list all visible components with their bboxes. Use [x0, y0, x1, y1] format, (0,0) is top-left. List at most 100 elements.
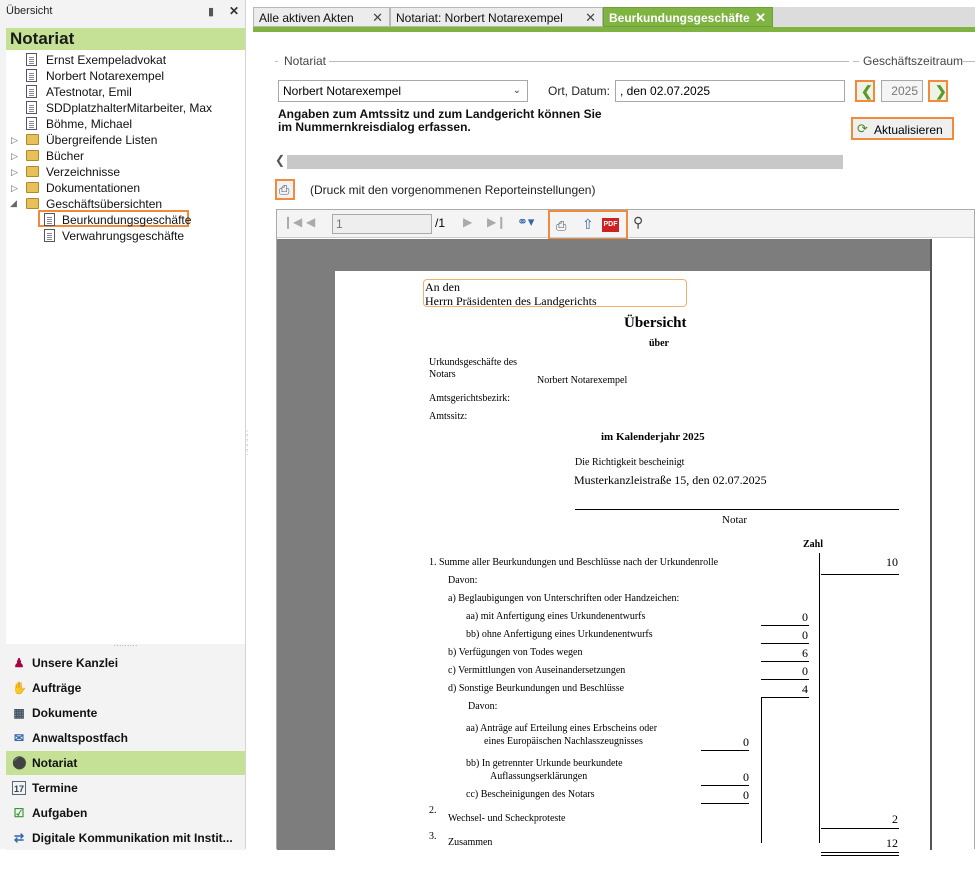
- tab-notariat[interactable]: Notariat: Norbert Notarexempel ✕: [390, 7, 603, 27]
- tree-item[interactable]: Böhme, Michael: [46, 116, 132, 132]
- nav-unsere-kanzlei[interactable]: ♟ Unsere Kanzlei: [6, 651, 245, 675]
- report-row: d) Sonstige Beurkundungen und Beschlüsse: [448, 683, 625, 694]
- prev-page-icon[interactable]: ◀: [306, 215, 315, 229]
- tree-item[interactable]: SDDplatzhalterMitarbeiter, Max: [46, 100, 212, 116]
- nav-dokumente[interactable]: ▦ Dokumente: [6, 701, 245, 725]
- tree-item[interactable]: Verwahrungsgeschäfte: [62, 228, 184, 244]
- nav-notariat[interactable]: ⚫ Notariat: [6, 751, 245, 775]
- folder-icon: [26, 134, 39, 145]
- first-page-icon[interactable]: ❙◀: [283, 215, 302, 229]
- tree-item-selected[interactable]: Beurkundungsgeschäfte: [62, 212, 191, 228]
- search-icon[interactable]: ⚲: [633, 214, 643, 231]
- tree-item[interactable]: Dokumentationen: [46, 180, 140, 196]
- report-row: Auflassungserklärungen: [490, 771, 588, 782]
- nav-termine[interactable]: 17 Termine: [6, 776, 245, 800]
- nav-digitale-kommunikation[interactable]: ⇄ Digitale Kommunikation mit Instit...: [6, 826, 245, 850]
- report-value: 0: [802, 664, 808, 678]
- next-page-icon[interactable]: ▶: [463, 215, 472, 229]
- folder-icon: [26, 182, 39, 193]
- nav-label: Termine: [32, 781, 78, 795]
- tree-item[interactable]: Übergreifende Listen: [46, 132, 157, 148]
- expand-arrow-icon[interactable]: ▷: [11, 167, 18, 178]
- report-row: 1. Summe aller Beurkundungen und Beschlü…: [429, 557, 719, 568]
- viewer-toolbar: ❙◀ ◀ 1 /1 ▶ ▶❙ ⚭▾ ⎙ ⇧ PDF ⚲: [277, 210, 974, 240]
- report-row: aa) Anträge auf Erteilung eines Erbschei…: [466, 723, 658, 734]
- nav-aufgaben[interactable]: ☑ Aufgaben: [6, 801, 245, 825]
- checkbox-icon: ☑: [13, 806, 25, 820]
- expand-arrow-icon[interactable]: ▷: [11, 151, 18, 162]
- scroll-thumb[interactable]: [287, 155, 843, 169]
- report-value: 4: [802, 682, 808, 696]
- horizontal-scrollbar[interactable]: ❮: [275, 153, 955, 170]
- scroll-left-icon[interactable]: ❮: [275, 153, 285, 167]
- report-row: a) Beglaubigungen von Unterschriften ode…: [448, 593, 680, 604]
- next-year-button[interactable]: ❯: [928, 80, 948, 102]
- tree-item[interactable]: Geschäftsübersichten: [46, 196, 162, 212]
- tab-beurkundungsgeschaefte[interactable]: Beurkundungsgeschäfte ✕: [603, 7, 773, 27]
- nav-label: Digitale Kommunikation mit Instit...: [32, 831, 233, 845]
- report-label: Amtsgerichtsbezirk:: [429, 393, 511, 404]
- page-input[interactable]: 1: [332, 214, 432, 234]
- expand-arrow-icon[interactable]: ▷: [11, 135, 18, 146]
- export-button-group: ⎙ ⇧ PDF: [548, 210, 628, 240]
- report-row: Davon:: [448, 575, 478, 586]
- nav-label: Aufgaben: [32, 806, 88, 820]
- nav-label: Unsere Kanzlei: [32, 656, 119, 670]
- tree-item[interactable]: Norbert Notarexempel: [46, 68, 164, 84]
- document-icon: [26, 69, 37, 82]
- report-row: eines Europäischen Nachlasszeugnisses: [484, 736, 643, 747]
- tab-alle-aktiven-akten[interactable]: Alle aktiven Akten ✕: [253, 7, 390, 27]
- print-icon[interactable]: ⎙: [556, 218, 566, 234]
- nav-label: Notariat: [32, 756, 78, 770]
- report-row: cc) Bescheinigungen des Notars: [466, 789, 595, 800]
- value-line: [761, 697, 809, 698]
- report-label: Amtssitz:: [429, 411, 468, 422]
- expand-arrow-icon[interactable]: ▷: [11, 183, 18, 194]
- tab-bar: Alle aktiven Akten ✕ Notariat: Norbert No…: [253, 7, 975, 27]
- notar-select[interactable]: Norbert Notarexempel ⌄: [278, 80, 528, 102]
- close-icon[interactable]: ✕: [585, 8, 596, 28]
- page-input-value: 1: [336, 217, 343, 231]
- close-icon[interactable]: ✕: [229, 4, 239, 18]
- report-notar: Norbert Notarexempel: [537, 375, 628, 386]
- refresh-button[interactable]: ⟳ Aktualisieren: [851, 117, 954, 140]
- report-value: 0: [802, 628, 808, 642]
- report-label: Notars: [429, 369, 456, 380]
- report-value: 0: [743, 735, 749, 749]
- divider: [275, 61, 278, 62]
- tree-item[interactable]: Bücher: [46, 148, 84, 164]
- splitter-grip[interactable]: :::::: [246, 429, 251, 470]
- pdf-icon[interactable]: PDF: [602, 218, 619, 232]
- report-subtitle: über: [649, 338, 669, 349]
- page-total: /1: [435, 216, 446, 230]
- upload-icon[interactable]: ⇧: [582, 216, 594, 233]
- nav-label: Aufträge: [32, 681, 82, 695]
- prev-year-button[interactable]: ❮: [855, 80, 875, 102]
- printer-icon: ⎙: [279, 182, 290, 197]
- collapse-arrow-icon[interactable]: ◢: [10, 198, 17, 209]
- report-year: im Kalenderjahr 2025: [601, 431, 705, 443]
- tree-item[interactable]: Verzeichnisse: [46, 164, 120, 180]
- tree-item[interactable]: Ernst Exempeladvokat: [46, 52, 166, 68]
- mail-icon: ✉: [13, 731, 25, 745]
- nav-anwaltspostfach[interactable]: ✉ Anwaltspostfach: [6, 726, 245, 750]
- tab-label: Beurkundungsgeschäfte: [609, 11, 750, 25]
- last-page-icon[interactable]: ▶❙: [487, 215, 506, 229]
- year-field[interactable]: 2025: [881, 80, 923, 102]
- print-button[interactable]: ⎙: [275, 179, 295, 200]
- nav-auftraege[interactable]: ✋ Aufträge: [6, 676, 245, 700]
- link-icon[interactable]: ⚭▾: [517, 214, 534, 230]
- report-row: aa) mit Anfertigung eines Urkundenentwur…: [466, 611, 646, 622]
- refresh-icon: ⟳: [857, 121, 868, 136]
- close-icon[interactable]: ✕: [755, 8, 766, 28]
- year-value: 2025: [891, 84, 918, 98]
- splitter-handle[interactable]: ·········: [6, 642, 245, 650]
- page-shadow-right: [930, 239, 974, 850]
- tree-item[interactable]: ATestnotar, Emil: [46, 84, 132, 100]
- close-icon[interactable]: ✕: [372, 8, 383, 28]
- pin-icon[interactable]: ▮: [208, 5, 214, 18]
- info-text: Angaben zum Amtssitz und zum Landgericht…: [278, 107, 602, 134]
- viewer-canvas: An den Herrn Präsidenten des Landgericht…: [277, 239, 974, 881]
- ort-input[interactable]: , den 02.07.2025: [615, 80, 845, 102]
- report-place-date: Musterkanzleistraße 15, den 02.07.2025: [574, 473, 767, 487]
